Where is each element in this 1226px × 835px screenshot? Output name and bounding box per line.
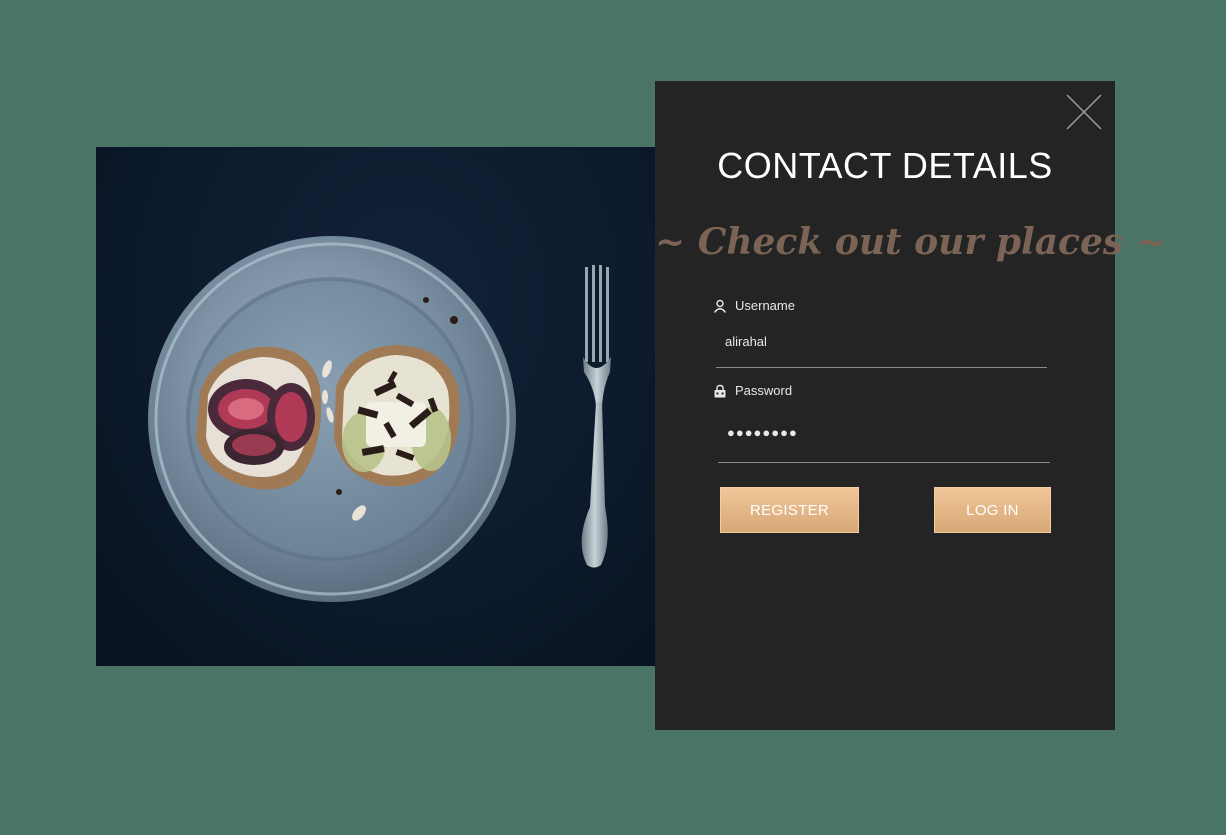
lock-icon [713,384,727,398]
password-underline [718,462,1050,463]
password-label-text: Password [735,383,793,398]
dialog-tagline: ~ Check out our places ~ [655,221,1166,263]
password-label: Password [713,383,792,398]
username-input[interactable] [725,331,1045,351]
contact-dialog: CONTACT DETAILS ~ Check out our places ~… [655,81,1166,730]
username-underline [716,367,1047,368]
user-icon [713,299,727,313]
username-label: Username [713,298,795,313]
username-label-text: Username [735,298,795,313]
food-photo [96,147,656,666]
close-icon[interactable] [1064,92,1104,132]
register-button[interactable]: REGISTER [720,487,859,533]
password-input[interactable]: ●●●●●●●● [727,425,1047,445]
login-button[interactable]: LOG IN [934,487,1051,533]
dialog-title: CONTACT DETAILS [717,145,1053,186]
